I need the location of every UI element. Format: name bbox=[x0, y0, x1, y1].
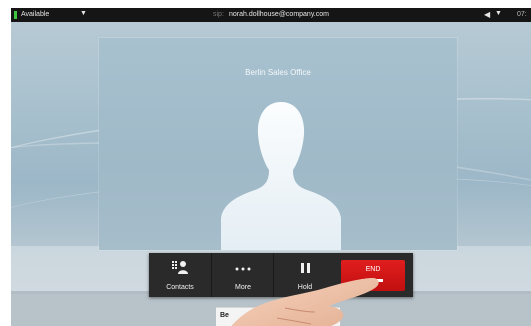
person-silhouette-icon bbox=[221, 102, 341, 250]
status-bar: Available ▼ sip: norah.dollhouse@company… bbox=[11, 8, 531, 22]
contacts-button[interactable]: Contacts bbox=[149, 253, 211, 297]
user-address-prefix: sip: bbox=[213, 11, 224, 18]
pointing-hand-icon bbox=[231, 278, 379, 326]
remote-video-panel: Berlin Sales Office bbox=[99, 38, 457, 250]
contacts-label: Contacts bbox=[166, 284, 194, 291]
chevron-down-icon[interactable]: ▼ bbox=[80, 10, 87, 17]
clock: 07: bbox=[517, 11, 527, 18]
chevron-down-icon[interactable]: ▼ bbox=[495, 10, 502, 17]
call-screen: Available ▼ sip: norah.dollhouse@company… bbox=[11, 8, 531, 326]
remote-participant-name: Berlin Sales Office bbox=[245, 68, 311, 77]
presence-status[interactable]: Available bbox=[21, 11, 49, 18]
presence-indicator-icon bbox=[14, 11, 17, 19]
speaker-icon[interactable]: ◀ bbox=[484, 10, 490, 19]
contacts-icon bbox=[172, 261, 188, 274]
user-email: norah.dollhouse@company.com bbox=[229, 11, 329, 18]
